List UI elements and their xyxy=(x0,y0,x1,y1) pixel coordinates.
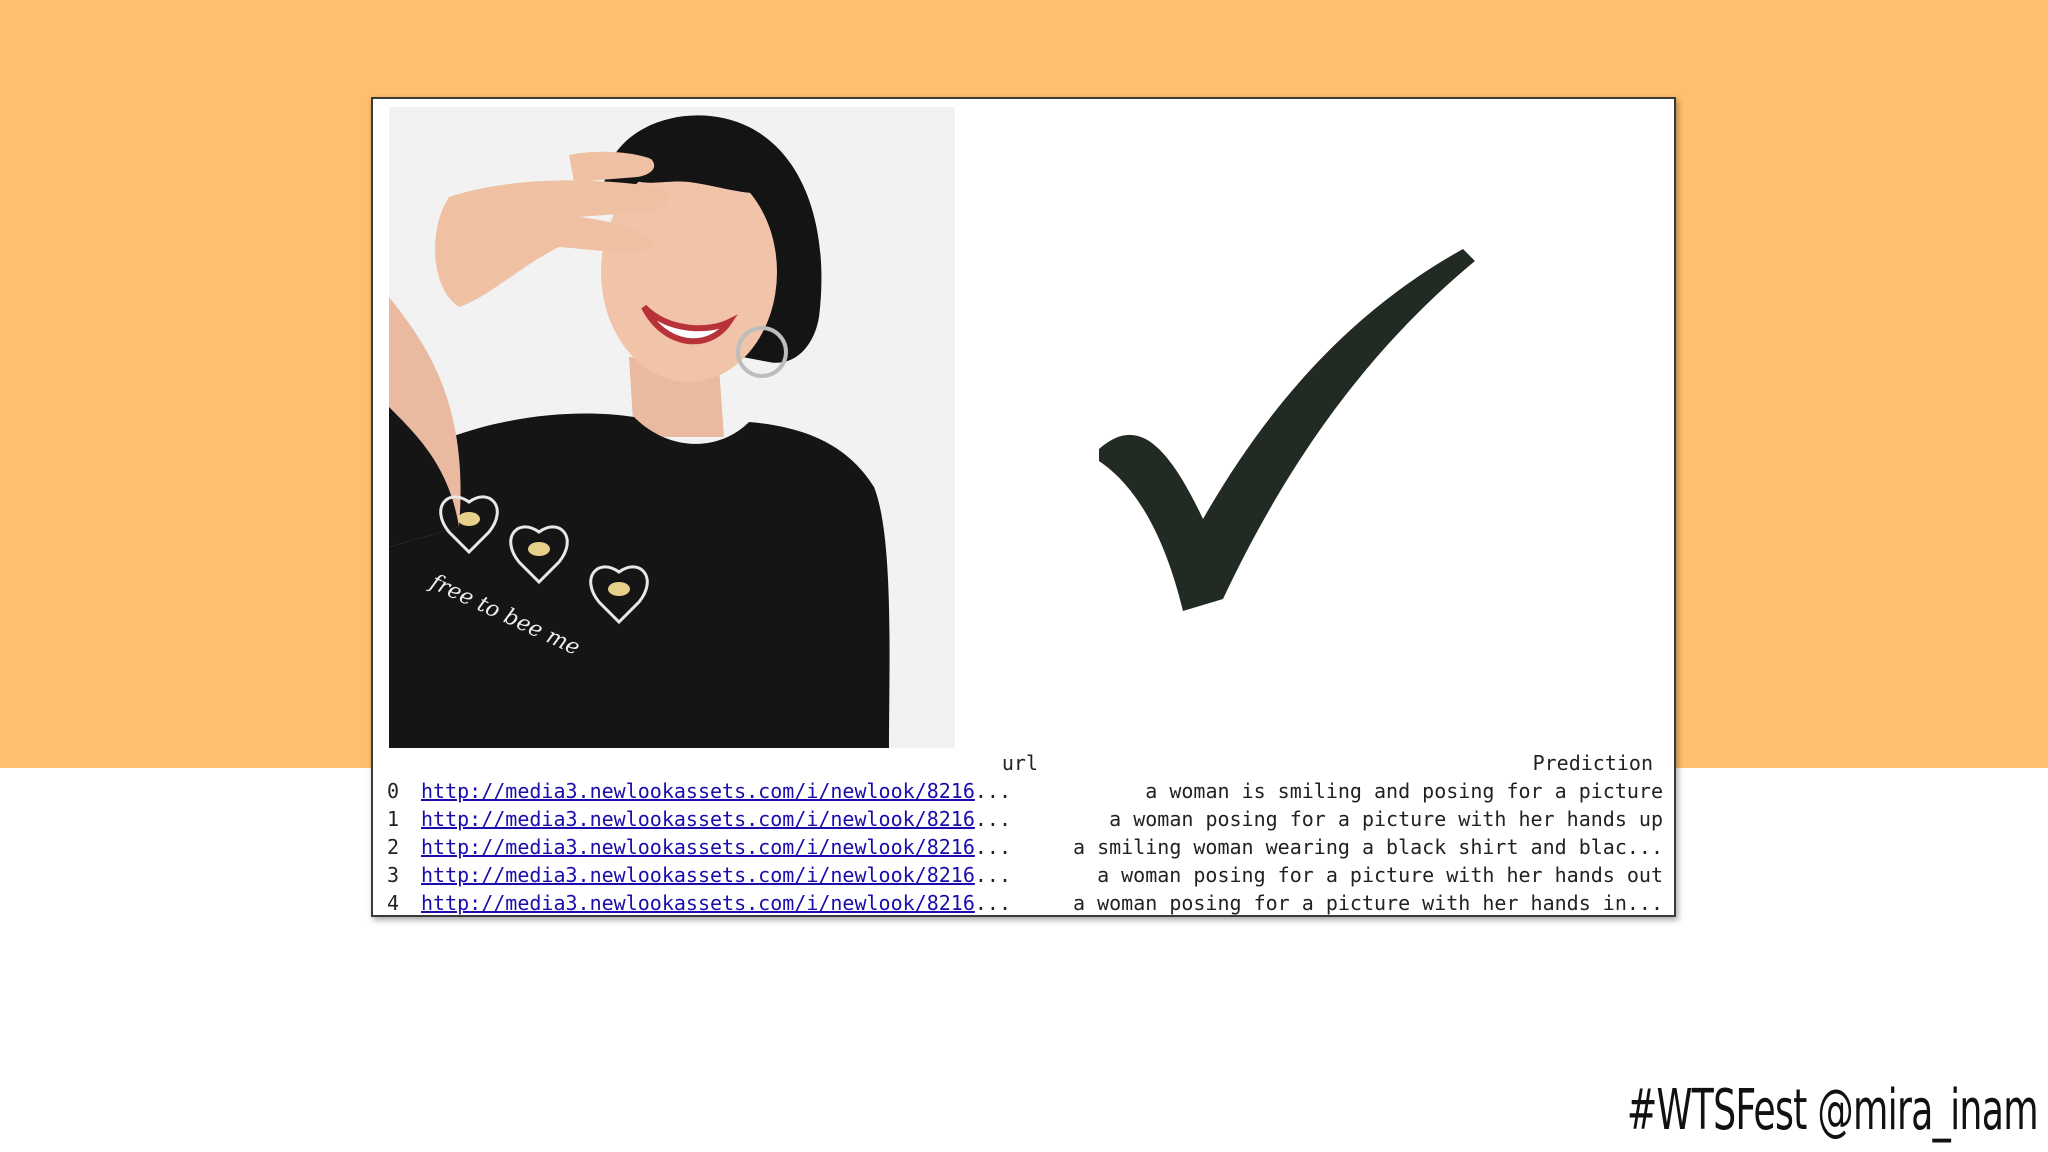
url-ellipsis: ... xyxy=(974,891,1012,915)
predictions-table: url Prediction 0 http://media3.newlookas… xyxy=(383,749,1667,915)
prediction-cell: a woman is smiling and posing for a pict… xyxy=(1145,779,1663,803)
table-row: 0 http://media3.newlookassets.com/i/newl… xyxy=(383,777,1667,805)
table-row: 4 http://media3.newlookassets.com/i/newl… xyxy=(383,889,1667,915)
index-header xyxy=(383,749,417,777)
row-index: 3 xyxy=(387,863,400,887)
url-ellipsis: ... xyxy=(974,807,1012,831)
url-ellipsis: ... xyxy=(974,779,1012,803)
url-cell: http://media3.newlookassets.com/i/newloo… xyxy=(417,805,1042,833)
prediction-column-header: Prediction xyxy=(1532,751,1653,775)
url-link[interactable]: http://media3.newlookassets.com/i/newloo… xyxy=(421,779,975,803)
prediction-cell: a woman posing for a picture with her ha… xyxy=(1097,863,1663,887)
prediction-cell: a woman posing for a picture with her ha… xyxy=(1109,807,1663,831)
table-row: 3 http://media3.newlookassets.com/i/newl… xyxy=(383,861,1667,889)
url-link[interactable]: http://media3.newlookassets.com/i/newloo… xyxy=(421,891,975,915)
prediction-cell: a woman posing for a picture with her ha… xyxy=(1072,891,1663,915)
checkmark-icon xyxy=(1099,249,1475,611)
url-link[interactable]: http://media3.newlookassets.com/i/newloo… xyxy=(421,863,975,887)
row-index: 0 xyxy=(387,779,400,803)
url-link[interactable]: http://media3.newlookassets.com/i/newloo… xyxy=(421,807,975,831)
row-index: 1 xyxy=(387,807,400,831)
url-ellipsis: ... xyxy=(974,863,1012,887)
url-cell: http://media3.newlookassets.com/i/newloo… xyxy=(417,889,1042,915)
url-column-header: url xyxy=(1001,751,1038,775)
model-photo: free to bee me xyxy=(389,107,955,748)
prediction-cell: a smiling woman wearing a black shirt an… xyxy=(1072,835,1663,859)
row-index: 4 xyxy=(387,891,400,915)
url-ellipsis: ... xyxy=(974,835,1012,859)
table-header-row: url Prediction xyxy=(383,749,1667,777)
url-cell: http://media3.newlookassets.com/i/newloo… xyxy=(417,861,1042,889)
notebook-screenshot: free to bee me url Prediction 0 http://m… xyxy=(371,97,1676,917)
url-cell: http://media3.newlookassets.com/i/newloo… xyxy=(417,833,1042,861)
table-row: 1 http://media3.newlookassets.com/i/newl… xyxy=(383,805,1667,833)
row-index: 2 xyxy=(387,835,400,859)
url-cell: http://media3.newlookassets.com/i/newloo… xyxy=(417,777,1042,805)
url-link[interactable]: http://media3.newlookassets.com/i/newloo… xyxy=(421,835,975,859)
table-row: 2 http://media3.newlookassets.com/i/newl… xyxy=(383,833,1667,861)
event-hashtag: #WTSFest @mira_inam xyxy=(1626,1078,2039,1143)
